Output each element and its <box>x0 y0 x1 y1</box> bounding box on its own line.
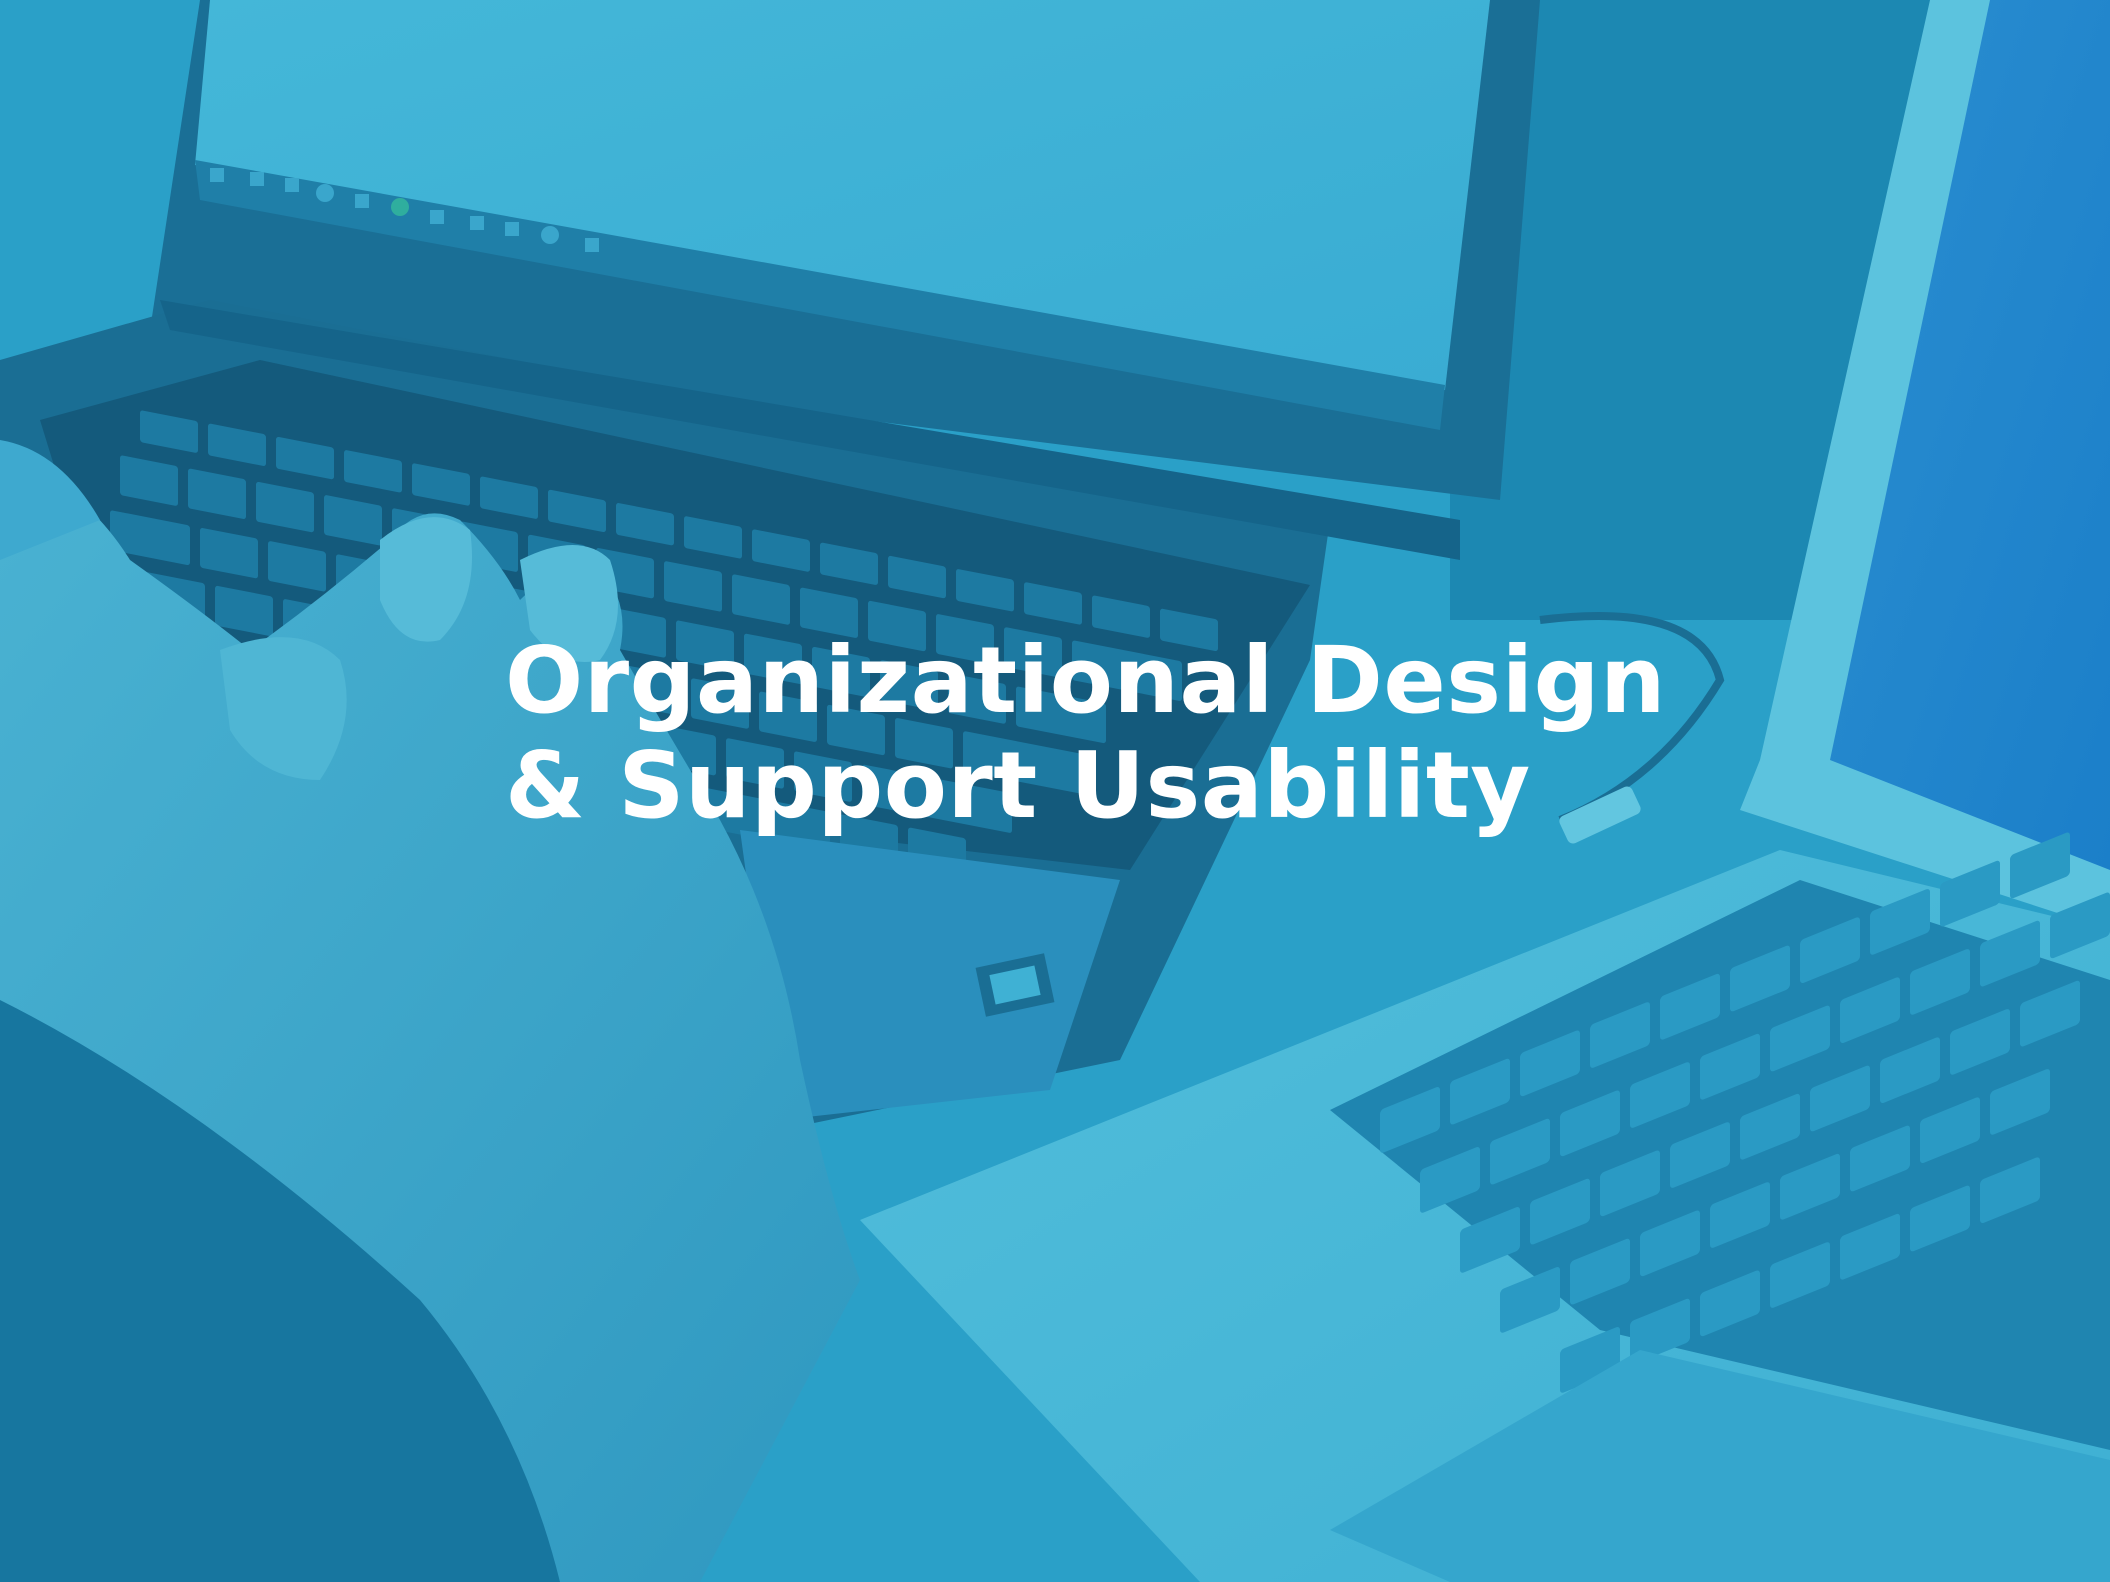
title-line-2: & Support Usability <box>505 732 1531 839</box>
page-title: Organizational Design & Support Usabilit… <box>505 628 1765 838</box>
banner: Organizational Design & Support Usabilit… <box>0 0 2110 1582</box>
title-line-1: Organizational Design <box>505 627 1666 734</box>
